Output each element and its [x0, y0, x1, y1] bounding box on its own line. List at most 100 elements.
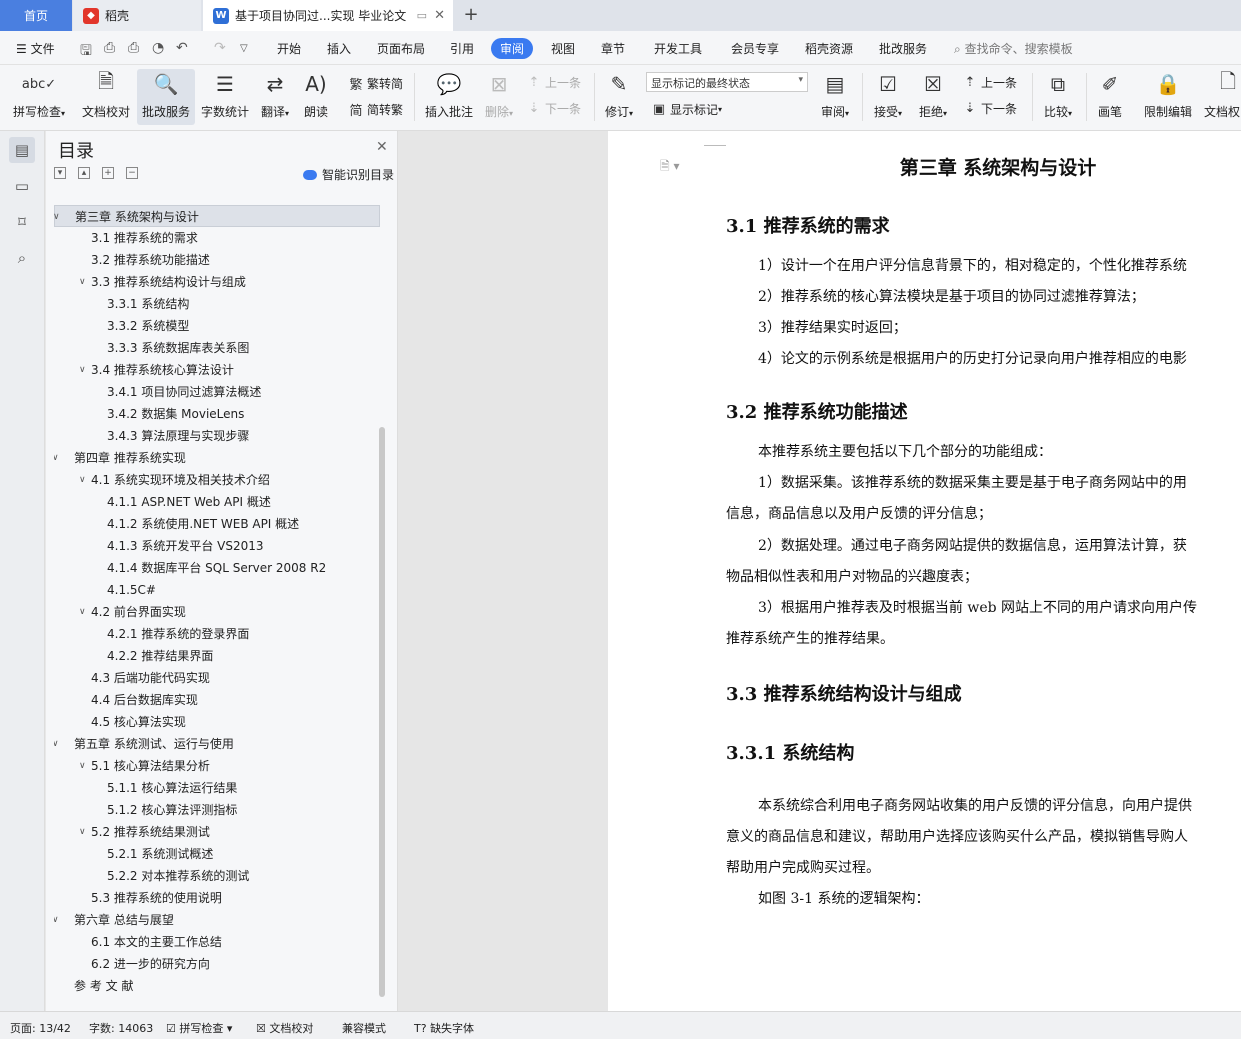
toc-icon[interactable]: ▤	[9, 137, 35, 163]
word-count-button[interactable]: ☰ 字数统计	[198, 69, 252, 125]
toc-item[interactable]: 4.5 核心算法实现	[54, 711, 380, 733]
toc-item[interactable]: ∨ 4.2 前台界面实现	[54, 601, 380, 623]
word-count-indicator[interactable]: 字数: 14063	[89, 1020, 153, 1036]
markup-state-select[interactable]: 显示标记的最终状态 ▾	[646, 72, 808, 92]
status-doc-proof[interactable]: ☒ 文档校对	[256, 1020, 313, 1036]
reject-button[interactable]: ☒ 拒绝▾	[914, 69, 952, 125]
menu-page-layout[interactable]: 页面布局	[377, 40, 425, 57]
toc-item[interactable]: 5.2.1 系统测试概述	[54, 843, 380, 865]
delete-comment-button[interactable]: ⊠ 删除▾	[480, 69, 518, 125]
toc-item[interactable]: ∨ 第六章 总结与展望	[54, 909, 380, 931]
undo-icon[interactable]: ↶	[176, 40, 188, 56]
document-page[interactable]: 🗎 ▾ 第三章 系统架构与设计 3.1 推荐系统的需求 1）设计一个在用户评分信…	[608, 131, 1241, 1011]
chevron-down-icon[interactable]: ∨	[54, 909, 59, 931]
chevron-down-icon[interactable]: ∨	[79, 359, 86, 381]
toc-item[interactable]: ∨ 3.4 推荐系统核心算法设计	[54, 359, 380, 381]
export-pdf-icon[interactable]: ⎙	[104, 40, 115, 56]
toc-item[interactable]: 4.2.2 推荐结果界面	[54, 645, 380, 667]
chevron-down-icon[interactable]: ∨	[54, 733, 59, 755]
menu-member[interactable]: 会员专享	[731, 40, 779, 57]
toc-item[interactable]: 4.1.5C#	[54, 579, 380, 601]
print-icon[interactable]: ⎙	[128, 40, 139, 56]
simp-to-trad-button[interactable]: 简简转繁	[348, 100, 403, 119]
menu-references[interactable]: 引用	[450, 40, 474, 57]
restrict-edit-button[interactable]: 🔒 限制编辑	[1140, 69, 1196, 125]
missing-font-button[interactable]: T? 缺失字体	[414, 1020, 474, 1036]
doc-proof-button[interactable]: 🗎 文档校对	[77, 69, 135, 125]
command-search[interactable]: ⌕ 查找命令、搜索模板	[954, 40, 1073, 57]
toc-item[interactable]: 5.1.2 核心算法评测指标	[54, 799, 380, 821]
chevron-down-icon[interactable]: ∨	[54, 447, 59, 469]
toc-item[interactable]: 3.4.1 项目协同过滤算法概述	[54, 381, 380, 403]
menu-daoke-resources[interactable]: 稻壳资源	[805, 40, 853, 57]
toc-item[interactable]: 3.3.3 系统数据库表关系图	[54, 337, 380, 359]
toc-item[interactable]: 4.3 后端功能代码实现	[54, 667, 380, 689]
monitor-icon[interactable]: ▭	[417, 9, 427, 22]
file-menu[interactable]: ☰ 文件	[16, 40, 55, 57]
toc-item[interactable]: 4.1.1 ASP.NET Web API 概述	[54, 491, 380, 513]
toc-item[interactable]: ∨ 第四章 推荐系统实现	[54, 447, 380, 469]
toc-item[interactable]: 参 考 文 献	[54, 975, 380, 997]
tab-home[interactable]: 首页	[0, 0, 72, 31]
next-comment-button[interactable]: ⇣ 下一条	[526, 100, 581, 117]
correction-service-button[interactable]: 🔍 批改服务	[137, 69, 195, 125]
bookmark-icon[interactable]: ⌑	[9, 209, 35, 235]
toc-item[interactable]: ∨ 5.1 核心算法结果分析	[54, 755, 380, 777]
toc-item[interactable]: 3.2 推荐系统功能描述	[54, 249, 380, 271]
chevron-down-icon[interactable]: ∨	[54, 206, 60, 228]
toc-item[interactable]: 6.1 本文的主要工作总结	[54, 931, 380, 953]
menu-correction[interactable]: 批改服务	[879, 40, 927, 57]
toc-item[interactable]: 5.1.1 核心算法运行结果	[54, 777, 380, 799]
track-changes-button[interactable]: ✎ 修订▾	[599, 69, 639, 125]
trad-to-simp-button[interactable]: 繁繁转简	[348, 74, 403, 93]
redo-icon[interactable]: ↷	[214, 40, 226, 56]
toc-item[interactable]: 4.2.1 推荐系统的登录界面	[54, 623, 380, 645]
toc-item[interactable]: 4.1.4 数据库平台 SQL Server 2008 R2	[54, 557, 380, 579]
close-tab-icon[interactable]: ✕	[434, 8, 445, 23]
new-tab-button[interactable]: +	[460, 4, 482, 26]
collapse-all-icon[interactable]: ▾	[54, 167, 66, 179]
toc-item[interactable]: 4.1.2 系统使用.NET WEB API 概述	[54, 513, 380, 535]
toc-item[interactable]: 3.4.2 数据集 MovieLens	[54, 403, 380, 425]
review-pane-button[interactable]: ▤ 审阅▾	[815, 69, 855, 125]
spell-check-button[interactable]: abc✓ 拼写检查▾	[6, 69, 72, 125]
toc-item[interactable]: 4.1.3 系统开发平台 VS2013	[54, 535, 380, 557]
menu-chapter[interactable]: 章节	[601, 40, 625, 57]
toc-item[interactable]: ∨ 3.3 推荐系统结构设计与组成	[54, 271, 380, 293]
search-icon[interactable]: ⌕	[9, 245, 35, 271]
prev-comment-button[interactable]: ⇡ 上一条	[526, 74, 581, 91]
read-aloud-button[interactable]: A) 朗读	[298, 69, 334, 125]
chevron-down-icon[interactable]: ∨	[79, 601, 86, 623]
toc-item[interactable]: 4.4 后台数据库实现	[54, 689, 380, 711]
menu-dev-tools[interactable]: 开发工具	[654, 40, 702, 57]
insert-comment-button[interactable]: 💬 插入批注	[421, 69, 477, 125]
toc-item[interactable]: 6.2 进一步的研究方向	[54, 953, 380, 975]
menu-review[interactable]: 审阅	[491, 38, 534, 59]
toc-item[interactable]: ∨ 第五章 系统测试、运行与使用	[54, 733, 380, 755]
chevron-down-icon[interactable]: ∨	[79, 755, 86, 777]
next-change-button[interactable]: ⇣ 下一条	[962, 100, 1017, 117]
chapter-nav-icon[interactable]: ▭	[9, 173, 35, 199]
doc-permission-button[interactable]: 🗋 文档权限	[1200, 69, 1241, 125]
close-icon[interactable]: ✕	[376, 139, 388, 155]
expand-up-icon[interactable]: ▴	[78, 167, 90, 179]
pen-button[interactable]: ✐ 画笔	[1092, 69, 1128, 125]
translate-button[interactable]: ⇄ 翻译▾	[255, 69, 295, 125]
tab-daoke[interactable]: ◆ 稻壳	[73, 0, 201, 31]
menu-start[interactable]: 开始	[277, 40, 301, 57]
toc-scrollbar[interactable]	[379, 427, 385, 997]
toc-item[interactable]: 3.3.2 系统模型	[54, 315, 380, 337]
menu-view[interactable]: 视图	[551, 40, 575, 57]
menu-insert[interactable]: 插入	[327, 40, 351, 57]
remove-heading-icon[interactable]: −	[126, 167, 138, 179]
accept-button[interactable]: ☑ 接受▾	[869, 69, 907, 125]
print-preview-icon[interactable]: ◔	[152, 40, 164, 56]
show-markup-button[interactable]: ▣ 显示标记 ▾	[651, 101, 722, 118]
chevron-down-icon[interactable]: ∨	[79, 271, 86, 293]
chevron-down-icon[interactable]: ∨	[79, 469, 86, 491]
toc-item[interactable]: ∨ 5.2 推荐系统结果测试	[54, 821, 380, 843]
smart-toc-button[interactable]: 智能识别目录	[303, 166, 394, 183]
toc-item[interactable]: ∨ 第三章 系统架构与设计	[54, 205, 380, 227]
quick-access-more-icon[interactable]: ▽	[240, 43, 248, 54]
toc-item[interactable]: ∨ 4.1 系统实现环境及相关技术介绍	[54, 469, 380, 491]
